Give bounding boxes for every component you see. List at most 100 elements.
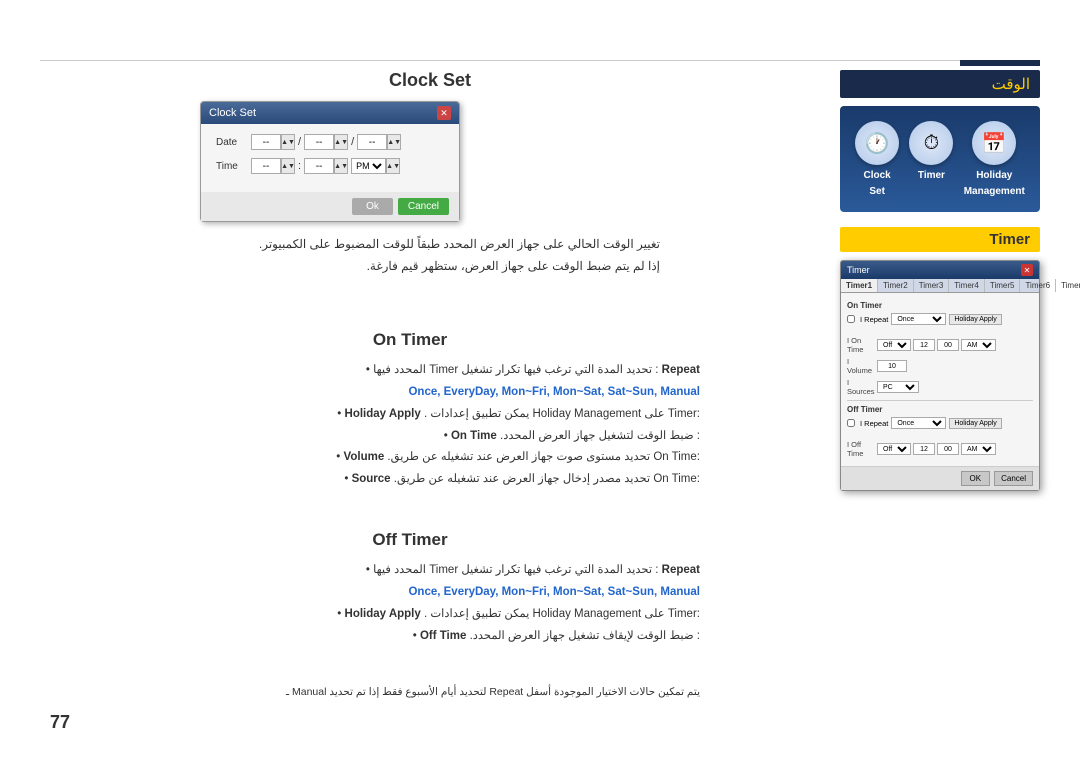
holiday-icon: 📅: [972, 121, 1016, 165]
clock-arabic-description: تغيير الوقت الحالي على جهاز العرض المحدد…: [40, 234, 740, 277]
date-year-spinner[interactable]: ▲▼: [387, 134, 401, 150]
timer-tab-7[interactable]: Timer7: [1056, 279, 1080, 292]
off-timer-section: Off Timer Repeat : تحديد المدة التي ترغب…: [40, 530, 720, 647]
clock-cancel-button[interactable]: Cancel: [398, 198, 449, 215]
time-hour-input[interactable]: [251, 158, 281, 174]
on-timer-volume-row: I Volume: [847, 357, 1033, 375]
arabic-section-title: الوقت: [840, 70, 1040, 98]
timer-section-label: Timer: [840, 227, 1040, 252]
clock-arabic-line1: تغيير الوقت الحالي على جهاز العرض المحدد…: [60, 234, 660, 256]
on-timer-min-field[interactable]: [937, 339, 959, 351]
timer-dialog-titlebar: Timer ✕: [841, 261, 1039, 279]
off-timer-repeat-checkbox[interactable]: [847, 419, 855, 427]
timer-tab-4[interactable]: Timer4: [949, 279, 985, 292]
timer-ok-button[interactable]: OK: [961, 471, 991, 486]
off-timer-line3: :Timer على Holiday Management يمكن تطبيق…: [40, 604, 700, 626]
off-timer-holiday-label: Holiday Apply: [345, 608, 421, 620]
date-sep1: /: [298, 136, 301, 148]
holiday-icon-item[interactable]: 📅 Holiday Management: [964, 121, 1025, 197]
on-timer-source-label: Source: [352, 473, 391, 485]
on-timer-volume-field[interactable]: [877, 360, 907, 372]
clock-set-dialog: Clock Set ✕ Date ▲▼ / ▲▼ / ▲▼ Time ▲▼ :: [200, 101, 460, 222]
on-timer-arabic-block: Repeat : تحديد المدة التي ترغب فيها تكرا…: [40, 360, 720, 491]
off-timer-line1: Repeat : تحديد المدة التي ترغب فيها تكرا…: [40, 560, 700, 582]
timer-tab-2[interactable]: Timer2: [878, 279, 914, 292]
on-timer-volume-label: Volume: [344, 451, 385, 463]
off-timer-holiday-apply-button[interactable]: Holiday Apply: [949, 418, 1001, 429]
on-timer-source-select[interactable]: PC HDMI: [877, 381, 919, 393]
timer-dialog-close-button[interactable]: ✕: [1021, 264, 1033, 276]
holiday-icon-label2: Management: [964, 186, 1025, 197]
accent-bar: [960, 60, 1040, 66]
clock-set-title: Clock Set: [120, 70, 740, 91]
on-timer-line3: :Timer على Holiday Management يمكن تطبيق…: [40, 404, 700, 426]
holiday-icon-label1: Holiday: [976, 170, 1012, 181]
time-row: Time ▲▼ : ▲▼ PM AM ▲▼: [216, 158, 444, 174]
on-timer-ontime-label: On Time: [451, 430, 497, 442]
clock-arabic-line2: إذا لم يتم ضبط الوقت على جهاز العرض، ستظ…: [60, 256, 660, 278]
timer-tab-3[interactable]: Timer3: [914, 279, 950, 292]
ampm-spinner[interactable]: ▲▼: [386, 158, 400, 174]
date-day-spinner[interactable]: ▲▼: [334, 134, 348, 150]
time-hour-spinner[interactable]: ▲▼: [281, 158, 295, 174]
clock-set-icon-item[interactable]: 🕐 Clock Set: [855, 121, 899, 197]
on-timer-ampm-select[interactable]: AM PM: [961, 339, 996, 351]
clock-dialog-title: Clock Set: [209, 107, 256, 119]
off-timer-line2: Once, EveryDay, Mon~Fri, Mon~Sat, Sat~Su…: [40, 582, 700, 604]
on-timer-title: On Timer: [100, 330, 720, 350]
on-timer-repeat-row: I Repeat Once EveryDay Holiday Apply: [847, 313, 1033, 325]
clock-set-section: Clock Set Clock Set ✕ Date ▲▼ / ▲▼ / ▲▼ …: [40, 70, 740, 277]
ampm-select[interactable]: PM AM: [351, 158, 386, 174]
off-timer-line4: : ضبط الوقت لإيقاف تشغيل جهاز العرض المح…: [40, 626, 700, 648]
off-timer-arabic-block: Repeat : تحديد المدة التي ترغب فيها تكرا…: [40, 560, 720, 647]
clock-ok-button[interactable]: Ok: [352, 198, 393, 215]
timer-tab-5[interactable]: Timer5: [985, 279, 1021, 292]
off-timer-offtime-label: Off Time: [420, 630, 466, 642]
off-timer-section-label: Off Timer: [847, 405, 1033, 414]
clock-set-icon-label1: Clock: [864, 170, 891, 181]
timer-divider: [847, 400, 1033, 401]
date-day-input[interactable]: [304, 134, 334, 150]
off-timer-offtime-off-select[interactable]: Off On: [877, 443, 911, 455]
time-min-spinner[interactable]: ▲▼: [334, 158, 348, 174]
on-timer-repeat-select[interactable]: Once EveryDay: [891, 313, 946, 325]
off-timer-offtime-label: I Off Time: [847, 440, 875, 458]
off-timer-repeat-row: I Repeat Once EveryDay Holiday Apply: [847, 417, 1033, 429]
timer-icon-label: Timer: [918, 170, 945, 181]
off-timer-title: Off Timer: [100, 530, 720, 550]
on-timer-line4: : ضبط الوقت لتشغيل جهاز العرض المحدد. On…: [40, 426, 700, 448]
off-timer-repeat-text: I Repeat: [860, 419, 888, 428]
on-timer-holiday-apply-button[interactable]: Holiday Apply: [949, 314, 1001, 325]
off-timer-ampm-select[interactable]: AM PM: [961, 443, 996, 455]
date-month-spinner[interactable]: ▲▼: [281, 134, 295, 150]
timer-cancel-button[interactable]: Cancel: [994, 471, 1033, 486]
on-timer-ontime-off-select[interactable]: Off On: [877, 339, 911, 351]
timer-tab-6[interactable]: Timer6: [1020, 279, 1056, 292]
on-timer-repeat-checkbox[interactable]: [847, 315, 855, 323]
on-timer-hour-field[interactable]: [913, 339, 935, 351]
date-label: Date: [216, 137, 251, 148]
on-timer-section: On Timer Repeat : تحديد المدة التي ترغب …: [40, 330, 720, 491]
on-timer-holiday-label: Holiday Apply: [345, 408, 421, 420]
clock-dialog-body: Date ▲▼ / ▲▼ / ▲▼ Time ▲▼ : ▲▼ PM AM: [201, 124, 459, 192]
date-sep2: /: [351, 136, 354, 148]
icons-panel: 🕐 Clock Set ⏱ Timer 📅 Holiday Management: [840, 106, 1040, 212]
off-timer-min-field[interactable]: [937, 443, 959, 455]
off-timer-repeat-select[interactable]: Once EveryDay: [891, 417, 946, 429]
timer-tab-1[interactable]: Timer1: [841, 279, 878, 292]
timer-icon-item[interactable]: ⏱ Timer: [909, 121, 953, 181]
timer-dialog-body: On Timer I Repeat Once EveryDay Holiday …: [841, 293, 1039, 466]
date-row: Date ▲▼ / ▲▼ / ▲▼: [216, 134, 444, 150]
timer-tabs: Timer1 Timer2 Timer3 Timer4 Timer5 Timer…: [841, 279, 1039, 293]
off-timer-offtime-row: I Off Time Off On AM PM: [847, 440, 1033, 458]
on-timer-line6: :On Time تحديد مصدر إدخال جهاز العرض عند…: [40, 469, 700, 491]
date-month-input[interactable]: [251, 134, 281, 150]
on-timer-repeat-text: I Repeat: [860, 315, 888, 324]
off-timer-hour-field[interactable]: [913, 443, 935, 455]
clock-dialog-close-button[interactable]: ✕: [437, 106, 451, 120]
date-year-input[interactable]: [357, 134, 387, 150]
timer-dialog-footer: OK Cancel: [841, 466, 1039, 490]
on-timer-ontime-row: I On Time Off On AM PM: [847, 336, 1033, 354]
time-min-input[interactable]: [304, 158, 334, 174]
off-timer-options: Once, EveryDay, Mon~Fri, Mon~Sat, Sat~Su…: [408, 586, 700, 598]
